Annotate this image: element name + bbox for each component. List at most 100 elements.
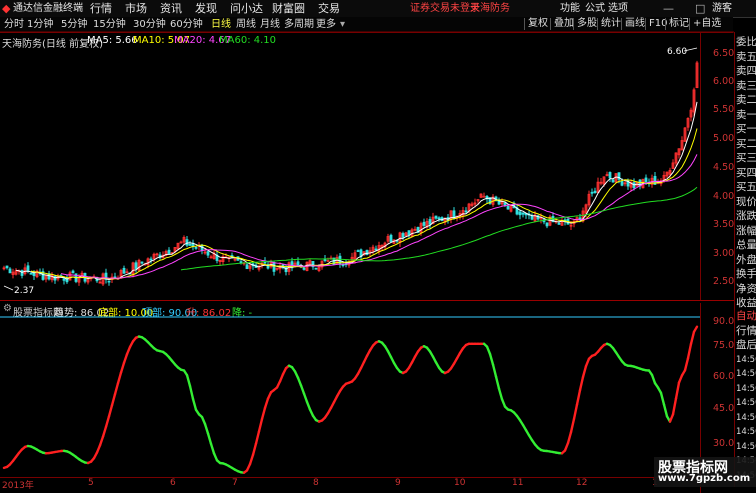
watermark-url: www.7gpzb.com	[658, 473, 750, 484]
candle-body	[621, 181, 623, 185]
trend-segment	[301, 385, 304, 393]
trend-segment	[691, 332, 694, 344]
kline-chart[interactable]: 6.60 2.37	[0, 0, 734, 477]
quote-field-label: 卖二	[736, 94, 756, 106]
candle-body	[189, 244, 191, 245]
low-arrow	[4, 286, 13, 290]
trend-segment	[499, 389, 502, 400]
trend-segment	[298, 378, 301, 386]
trend-segment	[583, 366, 586, 377]
trend-segment	[307, 402, 310, 410]
trend-segment	[259, 419, 262, 431]
quote-field-label: 涨幅	[736, 225, 756, 237]
candle-body	[546, 223, 548, 226]
trend-segment	[493, 365, 496, 377]
trend-segment	[694, 327, 697, 332]
trend-segment	[664, 405, 667, 417]
candle-body	[108, 281, 110, 282]
candle-body	[315, 268, 317, 269]
watermark: 股票指标网 www.7gpzb.com	[654, 457, 756, 487]
candle-body	[594, 191, 596, 192]
candle-body	[408, 231, 410, 235]
trend-segment	[676, 383, 679, 399]
trend-segment	[205, 424, 208, 434]
quote-field-label: 卖一	[736, 109, 756, 121]
high-marker: 6.60	[667, 47, 687, 57]
candle-body	[357, 251, 359, 252]
ma20-line	[61, 154, 697, 278]
candle-body	[207, 252, 209, 256]
candle-body	[168, 250, 170, 253]
candle-body	[522, 213, 524, 214]
quote-field-label: 外盘	[736, 254, 756, 266]
trend-segment	[103, 427, 106, 437]
candle-body	[579, 218, 581, 219]
trade-time-label: 14:50	[736, 412, 756, 424]
date-tick: 2013年	[2, 478, 34, 491]
candle-body	[423, 222, 425, 225]
trend-segment	[211, 444, 214, 454]
trade-time-label: 14:50	[736, 426, 756, 438]
trend-segment	[106, 416, 109, 427]
low-marker: 2.37	[14, 286, 34, 296]
quote-field-label: 卖五	[736, 51, 756, 63]
trend-segment	[118, 373, 121, 384]
candle-body	[435, 216, 437, 218]
trend-segment	[256, 431, 259, 443]
candle-body	[240, 262, 242, 263]
candle-body	[609, 172, 611, 177]
candle-body	[342, 265, 344, 266]
quote-field-label: 买一	[736, 123, 756, 135]
trend-segment	[490, 354, 493, 365]
trend-segment	[115, 383, 118, 394]
trend-segment	[652, 375, 655, 383]
trend-segment	[574, 405, 577, 419]
quote-field-label: 买四	[736, 167, 756, 179]
trend-segment	[100, 437, 103, 446]
trend-segment	[304, 394, 307, 402]
quote-field-label: 卖四	[736, 65, 756, 77]
candle-body	[465, 211, 467, 212]
ma60-line	[181, 187, 697, 270]
trade-time-label: 14:50	[736, 397, 756, 409]
trade-time-label: 14:50	[736, 383, 756, 395]
trade-time-label: 自动	[736, 310, 756, 322]
trade-time-label: 行情	[736, 325, 756, 337]
trend-segment	[568, 432, 571, 443]
candle-body	[429, 219, 431, 224]
candle-body	[180, 242, 182, 243]
trend-segment	[190, 386, 193, 399]
candle-body	[390, 235, 392, 241]
trend-segment	[673, 399, 676, 415]
quote-field-label: 卖三	[736, 80, 756, 92]
candle-body	[591, 192, 593, 193]
trend-segment	[685, 358, 688, 370]
trend-segment	[121, 363, 124, 373]
candle-body	[141, 262, 143, 263]
candle-body	[438, 218, 440, 219]
trend-segment	[208, 434, 211, 444]
candle-body	[195, 247, 197, 248]
trend-segment	[580, 377, 583, 390]
quote-field-label: 买三	[736, 152, 756, 164]
candle-body	[453, 211, 455, 218]
candle-body	[72, 271, 74, 273]
trend-segment	[193, 399, 196, 410]
candle-body	[504, 203, 506, 206]
trend-segment	[112, 394, 115, 405]
candle-body	[645, 178, 647, 182]
ma10-line	[31, 129, 697, 280]
candle-body	[507, 206, 509, 209]
quote-field-label: 涨跌	[736, 210, 756, 222]
trend-segment	[571, 419, 574, 432]
candle-body	[63, 279, 65, 281]
trade-time-label: 14:50	[736, 441, 756, 453]
trade-time-label: 14:50	[736, 368, 756, 380]
candle-body	[246, 265, 248, 269]
candle-body	[303, 268, 305, 269]
candle-body	[30, 273, 32, 274]
quote-field-label: 委比	[736, 36, 756, 48]
trend-segment	[187, 375, 190, 386]
trend-segment	[262, 408, 265, 419]
candle-body	[9, 269, 11, 273]
